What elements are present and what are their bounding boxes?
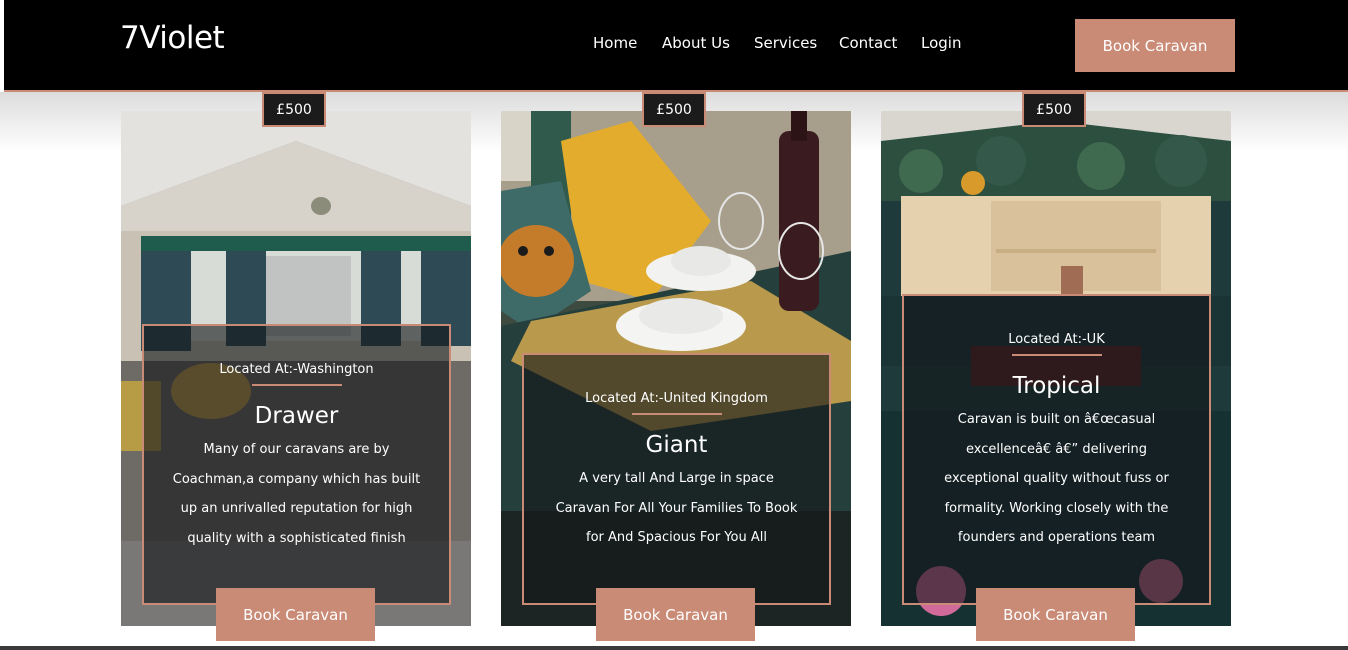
book-caravan-button-giant[interactable]: Book Caravan	[596, 588, 755, 641]
nav-services[interactable]: Services	[754, 34, 817, 52]
card-description: A very tall And Large in space Caravan F…	[555, 471, 798, 545]
card-location: Located At:-Washington	[219, 362, 374, 377]
nav-about-us[interactable]: About Us	[662, 34, 730, 52]
caravan-card-drawer: Located At:-Washington Drawer Many of ou…	[121, 111, 471, 626]
caravan-card-giant: Located At:-United Kingdom Giant A very …	[501, 111, 851, 626]
card-info-panel: Located At:-UK Tropical Caravan is built…	[902, 294, 1211, 605]
card-title: Giant	[645, 432, 708, 458]
book-caravan-button-tropical[interactable]: Book Caravan	[976, 588, 1135, 641]
price-badge: £500	[262, 92, 326, 127]
price-badge: £500	[1022, 92, 1086, 127]
nav-login[interactable]: Login	[921, 34, 961, 52]
card-info-panel: Located At:-United Kingdom Giant A very …	[522, 353, 831, 605]
caravan-card-tropical: Located At:-UK Tropical Caravan is built…	[881, 111, 1231, 626]
page-bottom-edge	[0, 646, 1348, 650]
location-divider	[251, 384, 342, 386]
site-header: 7Violet Home About Us Services Contact L…	[4, 0, 1348, 92]
location-divider	[631, 413, 722, 415]
header-book-caravan-button[interactable]: Book Caravan	[1075, 19, 1235, 72]
card-location: Located At:-United Kingdom	[585, 391, 768, 406]
site-logo[interactable]: 7Violet	[120, 20, 225, 56]
book-caravan-button-drawer[interactable]: Book Caravan	[216, 588, 375, 641]
card-description: Many of our caravans are by Coachman,a c…	[172, 442, 421, 546]
location-divider	[1011, 354, 1102, 356]
card-location: Located At:-UK	[1008, 332, 1105, 347]
card-title: Tropical	[1012, 373, 1101, 399]
nav-contact[interactable]: Contact	[839, 34, 897, 52]
price-badge: £500	[642, 92, 706, 127]
nav-home[interactable]: Home	[593, 34, 637, 52]
card-description: Caravan is built on â€œcasual excellence…	[944, 412, 1169, 545]
card-title: Drawer	[254, 403, 339, 429]
card-info-panel: Located At:-Washington Drawer Many of ou…	[142, 324, 451, 605]
